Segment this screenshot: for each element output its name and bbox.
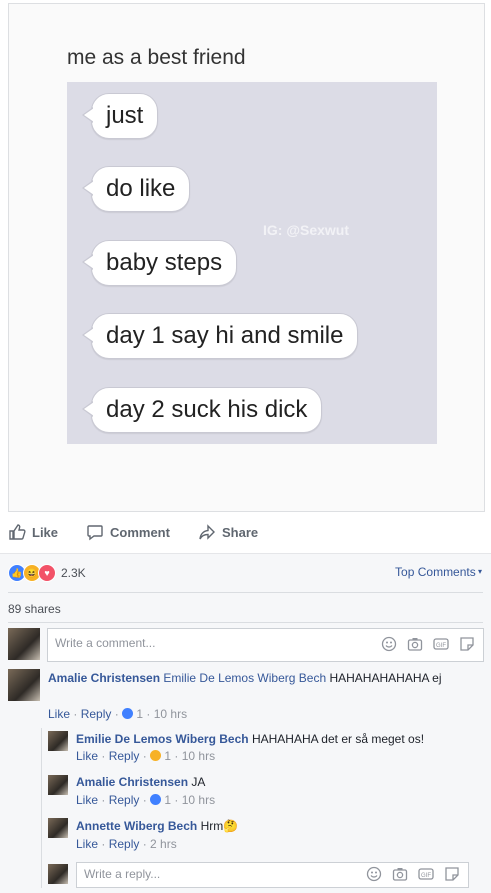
comment-like-link[interactable]: Like — [76, 793, 98, 807]
comment-reply-link[interactable]: Reply — [109, 749, 140, 763]
post-card: me as a best friend IG: @Sexwut just do … — [0, 0, 491, 553]
chat-bubble: do like — [81, 166, 191, 212]
comment-text: HAHAHAHAHAHA ej — [329, 671, 442, 685]
chat-bubble: baby steps — [81, 240, 238, 286]
comment-meta: Like · Reply · 1 · 10 hrs — [76, 793, 216, 807]
comment-icon — [87, 525, 103, 541]
comment-reply-link[interactable]: Reply — [109, 837, 140, 851]
avatar[interactable] — [48, 775, 68, 795]
comment-author[interactable]: Amalie Christensen — [76, 775, 188, 789]
svg-text:GIF: GIF — [436, 643, 446, 649]
chat-bubble: day 2 suck his dick — [81, 387, 323, 433]
chat-bubble: day 1 say hi and smile — [81, 313, 359, 359]
comment-button[interactable]: Comment — [86, 523, 170, 541]
comment-like-link[interactable]: Like — [76, 837, 98, 851]
comment-text: JA — [191, 775, 206, 789]
love-reaction-icon: ♥ — [38, 564, 56, 582]
avatar[interactable] — [48, 818, 68, 838]
top-comments-label: Top Comments — [395, 565, 476, 579]
comment-author[interactable]: Emilie De Lemos Wiberg Bech — [76, 732, 249, 746]
comment-time[interactable]: 10 hrs — [154, 707, 187, 721]
comment-text: Hrm — [200, 819, 224, 833]
avatar[interactable] — [48, 731, 68, 751]
svg-text:GIF: GIF — [421, 873, 431, 879]
haha-reaction-icon — [150, 750, 162, 761]
watermark: IG: @Sexwut — [263, 222, 349, 238]
like-label: Like — [32, 524, 59, 540]
gif-icon[interactable]: GIF — [418, 866, 434, 882]
avatar[interactable] — [8, 669, 40, 701]
camera-icon[interactable] — [392, 866, 408, 882]
like-reaction-icon — [122, 708, 134, 719]
comment-body: Amalie Christensen JA — [76, 774, 476, 790]
thumbs-up-icon — [9, 524, 26, 540]
reply-thread-line — [41, 728, 42, 888]
comment-time[interactable]: 10 hrs — [182, 749, 215, 763]
composer-icons: GIF — [381, 636, 475, 652]
chat-bubble: just — [81, 93, 159, 139]
avatar[interactable] — [48, 864, 68, 884]
top-comments-dropdown[interactable]: Top Comments ▾ — [395, 565, 482, 579]
meme-caption: me as a best friend — [67, 46, 246, 69]
avatar[interactable] — [8, 628, 40, 660]
comment-meta: Like · Reply · 2 hrs — [76, 837, 177, 851]
comment-body: Amalie Christensen Emilie De Lemos Wiber… — [48, 670, 473, 686]
reaction-summary[interactable]: 👍 😆 ♥ 2.3K — [8, 564, 86, 582]
reaction-count[interactable]: 1 — [164, 749, 171, 763]
reaction-count[interactable]: 1 — [136, 707, 143, 721]
divider — [8, 592, 483, 593]
like-button[interactable]: Like — [8, 523, 58, 541]
divider — [0, 553, 491, 554]
emoji-icon[interactable] — [366, 866, 382, 882]
comment-body: Annette Wiberg Bech Hrm🤔 — [76, 818, 476, 834]
emoji-icon[interactable] — [381, 636, 397, 652]
comment-reply-link[interactable]: Reply — [109, 793, 140, 807]
reaction-count: 2.3K — [61, 566, 86, 580]
shares-count[interactable]: 89 shares — [8, 602, 61, 616]
camera-icon[interactable] — [407, 636, 423, 652]
divider — [8, 622, 483, 623]
comment-meta: Like · Reply · 1 · 10 hrs — [48, 707, 188, 721]
gif-icon[interactable]: GIF — [433, 636, 449, 652]
sticker-icon[interactable] — [459, 636, 475, 652]
tagged-user[interactable]: Emilie De Lemos Wiberg Bech — [163, 671, 326, 685]
share-icon — [199, 524, 215, 540]
meme-image[interactable]: me as a best friend IG: @Sexwut just do … — [8, 3, 485, 512]
comment-input[interactable]: Write a comment... GIF — [47, 628, 484, 662]
share-label: Share — [222, 524, 259, 540]
comment-placeholder: Write a comment... — [55, 636, 156, 650]
comment-time[interactable]: 2 hrs — [150, 837, 177, 851]
like-reaction-icon — [150, 794, 162, 805]
caret-down-icon: ▾ — [475, 567, 482, 576]
comment-reply-link[interactable]: Reply — [81, 707, 112, 721]
comment-author[interactable]: Amalie Christensen — [48, 671, 160, 685]
composer-icons: GIF — [366, 866, 460, 882]
reaction-count[interactable]: 1 — [164, 793, 171, 807]
comment-time[interactable]: 10 hrs — [182, 793, 215, 807]
comment-like-link[interactable]: Like — [48, 707, 70, 721]
comment-author[interactable]: Annette Wiberg Bech — [76, 819, 197, 833]
comment-label: Comment — [110, 524, 170, 540]
thinking-emoji-icon: 🤔 — [223, 819, 239, 833]
share-button[interactable]: Share — [198, 523, 258, 541]
comment-text: HAHAHAHA det er så meget os! — [251, 732, 425, 746]
comment-like-link[interactable]: Like — [76, 749, 98, 763]
reply-placeholder: Write a reply... — [84, 867, 161, 881]
chat-screenshot: IG: @Sexwut just do like baby steps day … — [67, 82, 437, 444]
comment-body: Emilie De Lemos Wiberg Bech HAHAHAHA det… — [76, 731, 476, 747]
sticker-icon[interactable] — [444, 866, 460, 882]
reply-input[interactable]: Write a reply... GIF — [76, 862, 469, 888]
comment-meta: Like · Reply · 1 · 10 hrs — [76, 749, 216, 763]
post-actions: Like Comment Share — [0, 516, 491, 550]
